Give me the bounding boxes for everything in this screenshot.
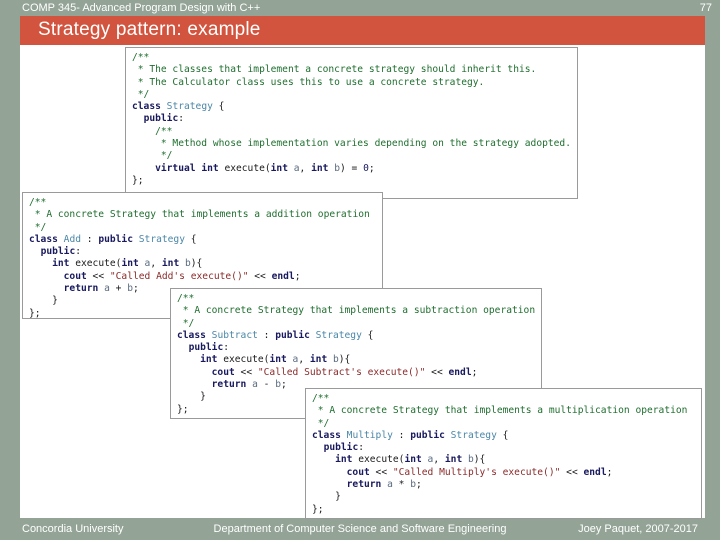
code-text-strategy: /** * The classes that implement a concr…	[132, 52, 571, 186]
left-accent-strip	[0, 16, 20, 540]
slide-canvas: COMP 345- Advanced Program Design with C…	[0, 0, 720, 540]
code-block-multiply-class: /** * A concrete Strategy that implement…	[305, 388, 702, 519]
slide-title-bar: Strategy pattern: example	[20, 16, 705, 45]
page-number: 77	[699, 2, 712, 14]
right-accent-strip	[705, 16, 720, 540]
page-title: Strategy pattern: example	[38, 19, 261, 40]
code-block-strategy-base-class: /** * The classes that implement a concr…	[125, 47, 578, 199]
footer-author: Joey Paquet, 2007-2017	[578, 523, 698, 535]
footer-bar: Concordia University Department of Compu…	[0, 518, 720, 540]
course-label: COMP 345- Advanced Program Design with C…	[22, 2, 261, 14]
code-text-multiply: /** * A concrete Strategy that implement…	[312, 393, 688, 515]
